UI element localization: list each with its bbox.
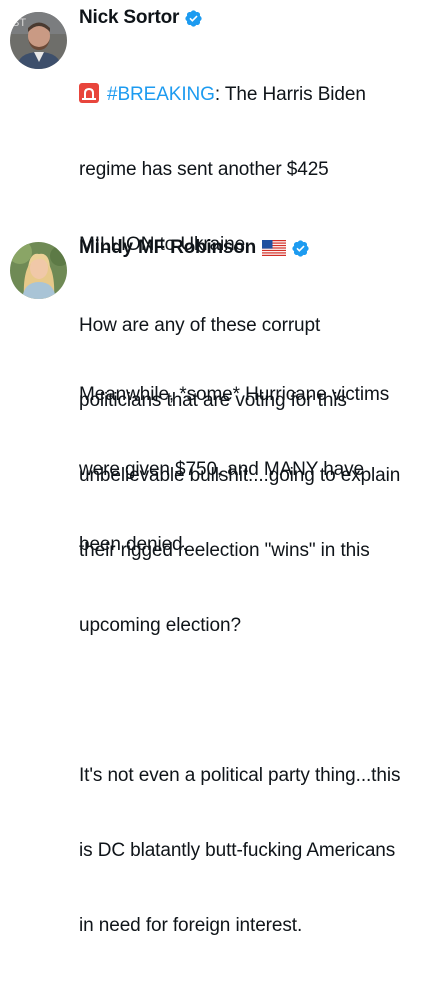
avatar-nick-sortor[interactable]: ST xyxy=(10,12,67,69)
us-flag-emoji-icon xyxy=(262,240,287,256)
svg-text:ST: ST xyxy=(12,17,26,29)
post-line: is DC blatantly butt-fucking Americans xyxy=(79,840,396,861)
avatar-mindy-robinson[interactable] xyxy=(10,242,67,299)
post-line: How are any of these corrupt xyxy=(79,315,321,336)
post-line: regime has sent another $425 xyxy=(79,159,329,180)
post-line: It's not even a political party thing...… xyxy=(79,765,401,786)
author-row: Mindy MF Robinson xyxy=(79,234,310,262)
siren-emoji-icon xyxy=(79,83,99,103)
post-line: unbelievable bullshit....going to explai… xyxy=(79,465,401,486)
post-line: their rigged reelection "wins" in this xyxy=(79,540,370,561)
avatar-image xyxy=(10,242,67,299)
post-line: upcoming election? xyxy=(79,615,241,636)
post-line: #BREAKING: The Harris Biden xyxy=(79,82,429,107)
verified-badge-icon xyxy=(292,239,309,257)
avatar-image: ST xyxy=(10,12,67,69)
verified-badge-icon xyxy=(185,9,202,27)
author-row: Nick Sortor xyxy=(79,4,203,32)
author-name[interactable]: Mindy MF Robinson xyxy=(79,237,256,259)
post-line: politicians that are voting for this xyxy=(79,390,347,411)
post-line: in need for foreign interest. xyxy=(79,915,303,936)
post-text: How are any of these corrupt politicians… xyxy=(79,263,429,988)
hashtag-breaking[interactable]: #BREAKING xyxy=(107,84,215,105)
author-name[interactable]: Nick Sortor xyxy=(79,7,179,29)
